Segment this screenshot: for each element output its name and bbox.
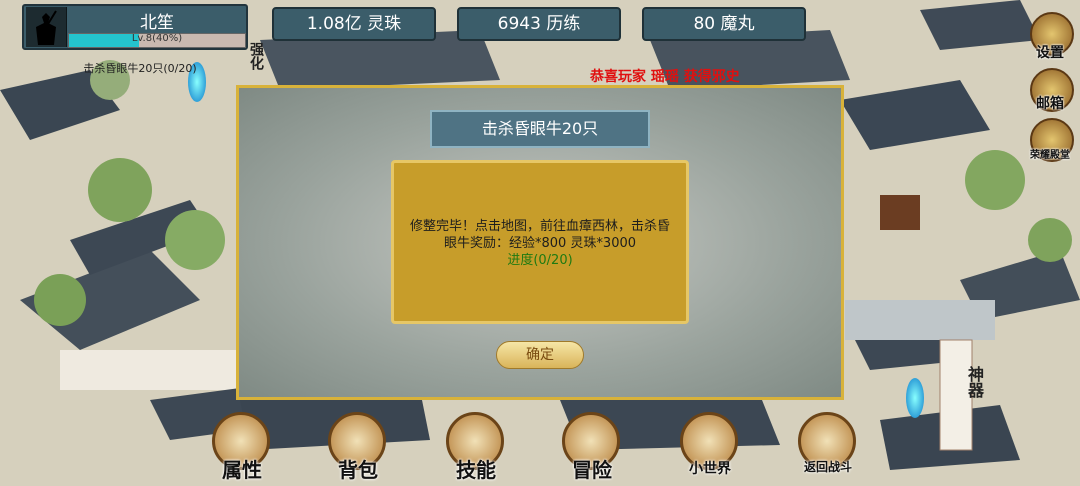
player-avatar[interactable] <box>26 7 67 47</box>
settings-label: 设置 <box>1036 45 1064 61</box>
nav-backpack-label: 背包 <box>338 458 378 482</box>
pill-counter: 80 魔丸 <box>642 7 806 41</box>
player-panel[interactable]: 北笙 Lv.8(40%) <box>22 4 248 50</box>
level-text: Lv.8(40%) <box>131 33 183 44</box>
teleport-portal-right[interactable] <box>906 378 924 418</box>
player-name: 北笙 <box>140 13 174 33</box>
nav-adventure-label: 冒险 <box>572 458 612 482</box>
spirit-stone-counter: 1.08亿 灵珠 <box>272 7 436 41</box>
quest-modal-title: 击杀昏眼牛20只 <box>430 110 650 148</box>
quest-description: 修整完毕！点击地图，前往血瘴西林，击杀昏 眼牛奖励：经验*800 灵珠*3000… <box>394 218 686 269</box>
quest-description-line2: 眼牛奖励：经验*800 灵珠*3000 <box>443 236 637 251</box>
experience-counter: 6943 历练 <box>457 7 621 41</box>
mail-label: 邮箱 <box>1036 96 1064 112</box>
quest-progress: 进度(0/20) <box>507 253 573 268</box>
hall-of-fame-label: 荣耀殿堂 <box>1030 150 1070 161</box>
nav-backpack-button[interactable]: 背包 <box>322 412 394 484</box>
nav-attributes-label: 属性 <box>222 458 262 482</box>
enhance-side-label[interactable]: 强化 <box>246 42 266 70</box>
nav-return-battle-label: 返回战斗 <box>803 460 852 474</box>
quest-description-line1: 修整完毕！点击地图，前往血瘴西林，击杀昏 <box>409 219 670 234</box>
confirm-button[interactable]: 确定 <box>496 341 584 369</box>
shenqi-button[interactable]: 神器 <box>962 366 986 398</box>
announcement-ticker: 恭喜玩家 瑶瑶 获得邪史 <box>590 69 740 85</box>
swordsman-silhouette-icon <box>36 10 57 45</box>
nav-small-world-label: 小世界 <box>689 461 731 477</box>
nav-attributes-button[interactable]: 属性 <box>206 412 278 484</box>
quest-description-box: 修整完毕！点击地图，前往血瘴西林，击杀昏 眼牛奖励：经验*800 灵珠*3000… <box>391 160 689 324</box>
nav-return-battle-button[interactable]: 返回战斗 <box>792 412 864 484</box>
nav-skills-label: 技能 <box>456 458 496 482</box>
level-progress-bar: Lv.8(40%) <box>68 33 246 48</box>
nav-small-world-button[interactable]: 小世界 <box>674 412 746 484</box>
nav-skills-button[interactable]: 技能 <box>440 412 512 484</box>
quest-tracker[interactable]: 击杀昏眼牛20只(0/20) <box>60 60 220 76</box>
nav-adventure-button[interactable]: 冒险 <box>556 412 628 484</box>
